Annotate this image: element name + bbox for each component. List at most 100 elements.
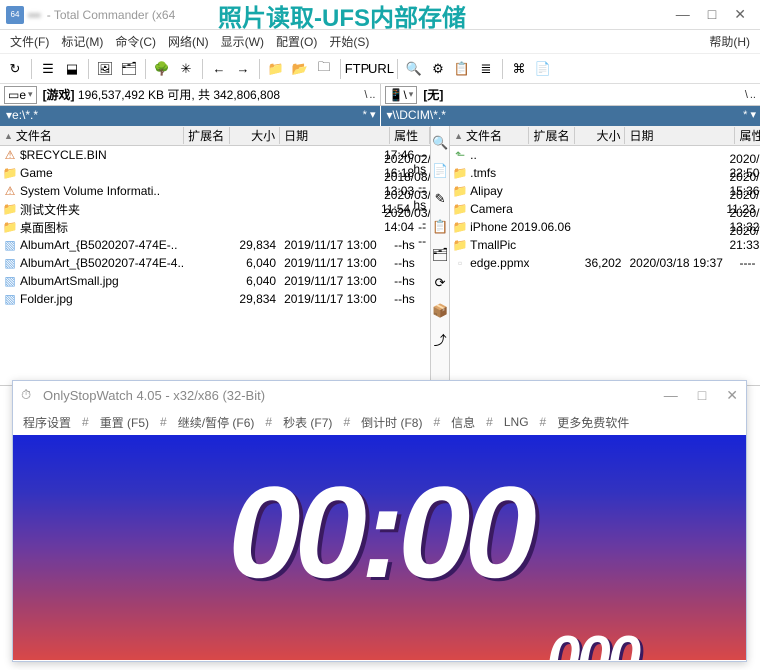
file-size: 36,202 [575, 256, 625, 270]
table-row[interactable]: 📁Game2020/02/02 16:18---- [0, 164, 430, 182]
menu-item[interactable]: 开始(S) [323, 33, 375, 50]
path-up-left[interactable]: .. [369, 89, 375, 101]
drive-selector-right[interactable]: 📱 \▾ [385, 86, 418, 104]
window-title: - Total Commander (x64 [47, 8, 176, 22]
table-row[interactable]: 📁Alipay2020/03/25 15:36---- [450, 182, 760, 200]
left-panel: ▲文件名 扩展名 大小 日期 属性 ⚠$RECYCLE.BIN2019/12/0… [0, 126, 431, 385]
path-crumb-left[interactable]: ▾e:\*.** ▾ [0, 106, 381, 126]
left-column-headers[interactable]: ▲文件名 扩展名 大小 日期 属性 [0, 126, 430, 146]
menu-item[interactable]: 命令(C) [109, 33, 162, 50]
path-root-left[interactable]: \ [364, 89, 367, 101]
left-file-list[interactable]: ⚠$RECYCLE.BIN2019/12/09 17:46--hs📁Game20… [0, 146, 430, 385]
table-row[interactable]: ▧AlbumArt_{B5020207-474E-..29,8342019/11… [0, 236, 430, 254]
table-row[interactable]: 📁测试文件夹2020/03/27 11:54---- [0, 200, 430, 218]
menu-item[interactable]: 文件(F) [4, 33, 55, 50]
table-row[interactable]: 📁iPhone 2019.06.062020/03/27 13:32---- [450, 218, 760, 236]
menu-item[interactable]: 标记(M) [55, 33, 109, 50]
drive-selector-left[interactable]: ▭ e▾ [4, 86, 37, 104]
osw-menu-item[interactable]: 更多免费软件 [553, 414, 633, 431]
mid-tool-button[interactable]: ✎ [431, 190, 449, 208]
toolbar-button[interactable]: 📂 [289, 58, 311, 80]
toolbar-button[interactable]: 🌳 [151, 58, 173, 80]
osw-maximize-button[interactable]: □ [698, 387, 706, 404]
table-row[interactable]: 📁Camera2020/03/27 11:23---- [450, 200, 760, 218]
osw-menu-item[interactable]: 继续/暂停 (F6) [174, 414, 259, 431]
table-row[interactable]: 📁桌面图标2020/03/27 14:04---- [0, 218, 430, 236]
menu-item[interactable]: 配置(O) [270, 33, 323, 50]
table-row[interactable]: ⚠$RECYCLE.BIN2019/12/09 17:46--hs [0, 146, 430, 164]
osw-menu-item[interactable]: 程序设置 [19, 414, 75, 431]
menu-help[interactable]: 帮助(H) [703, 33, 756, 50]
toolbar-button[interactable]: ⌘ [508, 58, 530, 80]
table-row[interactable]: 📁TmallPic2020/03/11 21:33---- [450, 236, 760, 254]
mid-tool-button[interactable]: 📋 [431, 218, 449, 236]
toolbar-button[interactable]: ≣ [475, 58, 497, 80]
toolbar-button[interactable]: 📄 [532, 58, 554, 80]
mid-tool-button[interactable]: 📦 [431, 302, 449, 320]
drive-info-left: ▭ e▾ [游戏] 196,537,492 KB 可用, 共 342,806,8… [0, 84, 381, 105]
menu-item[interactable]: 网络(N) [162, 33, 215, 50]
toolbar-button[interactable]: 🗀 [313, 58, 335, 80]
middle-toolbar: 🔍 📄 ✎ 📋 🗂 ⟳ 📦 ⤴ [431, 126, 450, 385]
mid-tool-button[interactable]: 📄 [431, 162, 449, 180]
toolbar-button[interactable]: → [232, 58, 254, 80]
table-row[interactable]: ⬑.. [450, 146, 760, 164]
osw-minimize-button[interactable]: — [664, 387, 678, 404]
file-icon: 📁 [2, 220, 18, 234]
toolbar-button[interactable]: 🗂 [118, 58, 140, 80]
menu-item[interactable]: 显示(W) [215, 33, 270, 50]
toolbar-button[interactable]: ✳ [175, 58, 197, 80]
toolbar-button[interactable]: 📁 [265, 58, 287, 80]
menu-separator: # [157, 415, 170, 429]
right-file-list[interactable]: ⬑..📁.tmfs2020/03/11 22:50----📁Alipay2020… [450, 146, 760, 385]
table-row[interactable]: ▧AlbumArt_{B5020207-474E-4..6,0402019/11… [0, 254, 430, 272]
table-row[interactable]: ▫edge.ppmx36,2022020/03/18 19:37---- [450, 254, 760, 272]
file-date: 2019/11/17 13:00 [280, 292, 390, 306]
mid-tool-button[interactable]: ⟳ [431, 274, 449, 292]
osw-menu-item[interactable]: 信息 [447, 414, 479, 431]
file-icon: ⚠ [2, 148, 18, 162]
toolbar-button[interactable]: ☰ [37, 58, 59, 80]
toolbar-button[interactable]: 🔍 [403, 58, 425, 80]
osw-menu-item[interactable]: LNG [500, 415, 533, 429]
minimize-button[interactable]: — [676, 6, 690, 23]
path-root-right[interactable]: \ [745, 89, 748, 101]
osw-menubar: 程序设置#重置 (F5)#继续/暂停 (F6)#秒表 (F7)#倒计时 (F8)… [13, 409, 746, 435]
toolbar-button[interactable]: ⬓ [61, 58, 83, 80]
toolbar-button[interactable]: URL [370, 58, 392, 80]
file-date: 2019/11/17 13:00 [280, 238, 390, 252]
osw-close-button[interactable]: ✕ [726, 387, 738, 404]
stopwatch-time: 00:00 [13, 457, 746, 607]
osw-display: 00:00 000 [13, 435, 746, 660]
toolbar-button[interactable]: 📋 [451, 58, 473, 80]
drive-label-right: [无] [423, 86, 443, 103]
osw-menu-item[interactable]: 倒计时 (F8) [357, 414, 426, 431]
menu-separator: # [340, 415, 353, 429]
file-icon: 📁 [452, 220, 468, 234]
path-up-right[interactable]: .. [750, 89, 756, 101]
toolbar-button[interactable]: FTP [346, 58, 368, 80]
mid-tool-button[interactable]: 🔍 [431, 134, 449, 152]
stopwatch-ms: 000 [547, 623, 638, 660]
toolbar-button[interactable]: ← [208, 58, 230, 80]
file-icon: ▧ [2, 238, 18, 252]
osw-menu-item[interactable]: 秒表 (F7) [279, 414, 336, 431]
path-crumb-right[interactable]: ▾\\DCIM\*.** ▾ [381, 106, 760, 126]
mid-tool-button[interactable]: 🗂 [431, 246, 449, 264]
toolbar-button[interactable]: ↻ [4, 58, 26, 80]
mid-tool-button[interactable]: ⤴ [431, 330, 449, 348]
osw-menu-item[interactable]: 重置 (F5) [96, 414, 153, 431]
maximize-button[interactable]: □ [708, 6, 716, 23]
table-row[interactable]: ⚠System Volume Informati..2018/08/27 13:… [0, 182, 430, 200]
close-button[interactable]: ✕ [734, 6, 746, 23]
table-row[interactable]: ▧AlbumArtSmall.jpg6,0402019/11/17 13:00-… [0, 272, 430, 290]
right-column-headers[interactable]: ▲文件名 扩展名 大小 日期 属性 [450, 126, 760, 146]
file-name: Camera [468, 202, 679, 216]
right-panel: ▲文件名 扩展名 大小 日期 属性 ⬑..📁.tmfs2020/03/11 22… [450, 126, 760, 385]
toolbar-button[interactable]: ⚙ [427, 58, 449, 80]
table-row[interactable]: ▧Folder.jpg29,8342019/11/17 13:00--hs [0, 290, 430, 308]
file-icon: ▧ [2, 256, 18, 270]
file-icon: ▫ [452, 256, 468, 270]
toolbar-button[interactable]: 🖼 [94, 58, 116, 80]
table-row[interactable]: 📁.tmfs2020/03/11 22:50---- [450, 164, 760, 182]
